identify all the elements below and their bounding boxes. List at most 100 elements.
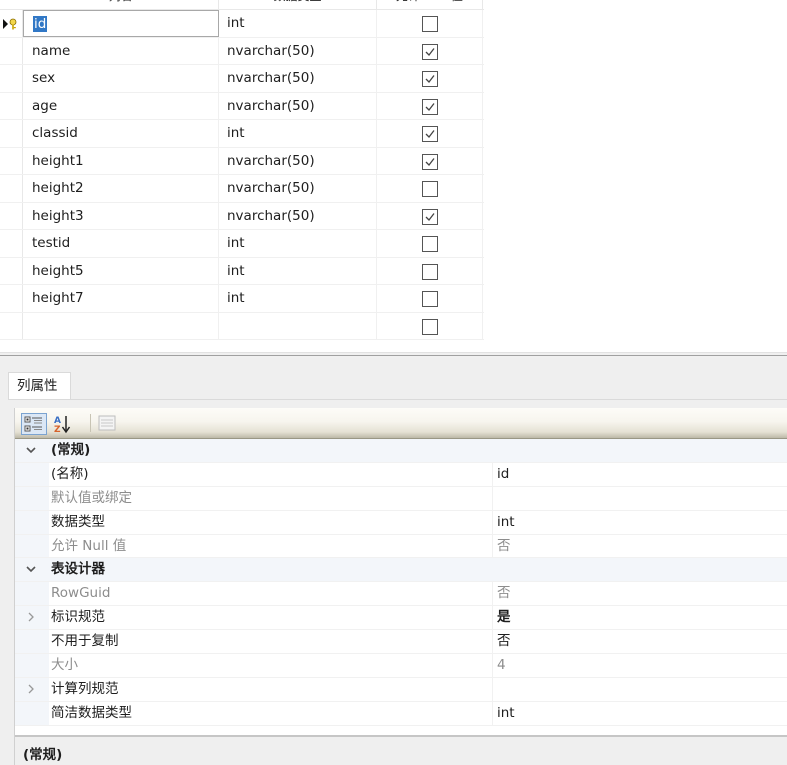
property-category[interactable]: 表设计器 [15,558,787,583]
data-type-cell[interactable]: nvarchar(50) [219,175,377,202]
row-selector[interactable] [0,202,23,229]
data-type-cell[interactable]: nvarchar(50) [219,65,377,92]
property-row[interactable]: 默认值或绑定 [15,486,787,511]
table-row[interactable]: height2 nvarchar(50) [0,175,484,203]
property-row[interactable]: 不用于复制否 [15,630,787,655]
row-selector[interactable] [0,37,23,64]
column-name-text: height5 [32,262,84,279]
chevron-down-icon[interactable] [25,560,39,578]
column-name-cell[interactable] [23,312,219,339]
data-type-cell[interactable]: int [219,285,377,312]
column-name-cell[interactable]: height5 [23,257,219,284]
column-name-cell[interactable]: id [23,10,219,37]
allow-null-checkbox[interactable] [422,208,438,225]
table-row[interactable]: name nvarchar(50) [0,37,484,65]
row-selector[interactable] [0,285,23,312]
allow-null-checkbox[interactable] [422,236,438,252]
property-name: (名称) [51,462,493,486]
column-name-cell[interactable]: height3 [23,202,219,229]
table-row[interactable]: height1 nvarchar(50) [0,147,484,175]
allow-null-checkbox[interactable] [422,318,438,335]
categorized-button[interactable] [21,413,47,435]
column-name-cell[interactable]: sex [23,65,219,92]
property-category[interactable]: (常规) [15,439,787,463]
chevron-down-icon[interactable] [25,441,39,459]
property-row[interactable]: 大小 4 [15,654,787,678]
data-type-cell[interactable]: int [219,230,377,257]
property-value[interactable]: 否 [497,630,787,653]
header-allow-null[interactable]: 允许 Null 值 [377,0,483,10]
alphabetical-button[interactable]: A Z [51,413,77,435]
data-type-cell[interactable] [219,312,377,339]
data-type-cell[interactable]: int [219,10,377,37]
row-selector[interactable] [0,230,23,257]
table-row[interactable] [0,312,484,340]
row-selector[interactable] [0,257,23,284]
row-selector[interactable] [0,92,23,119]
allow-null-checkbox[interactable] [422,16,438,32]
property-row[interactable]: (名称) id [15,462,787,487]
data-type-cell[interactable]: nvarchar(50) [219,37,377,64]
allow-null-checkbox[interactable] [422,71,438,87]
checkmark-icon [425,130,435,138]
property-value[interactable]: 是 [497,606,787,629]
property-row[interactable]: 标识规范是 [15,606,787,631]
column-name-cell[interactable]: height2 [23,175,219,202]
sort-az-icon: A Z [54,416,71,435]
column-name-cell[interactable]: height7 [23,285,219,312]
table-row[interactable]: classid int [0,120,484,148]
allow-null-checkbox[interactable] [422,126,438,142]
data-type-cell[interactable]: int [219,120,377,147]
property-gutter [15,486,49,510]
allow-null-checkbox[interactable] [422,153,438,170]
row-selector[interactable] [0,175,23,202]
data-type-cell[interactable]: int [219,257,377,284]
header-column-name[interactable]: 列名 [23,0,219,10]
property-gutter [15,654,49,677]
allow-null-checkbox[interactable] [422,291,438,307]
column-name-cell[interactable]: name [23,37,219,64]
property-value[interactable] [497,678,787,701]
column-name-cell[interactable]: height1 [23,147,219,174]
property-value[interactable]: 4 [497,654,787,677]
allow-null-checkbox[interactable] [422,181,438,197]
property-value[interactable] [497,487,787,510]
property-gutter [15,606,49,630]
property-row[interactable]: 计算列规范 [15,677,787,702]
property-row[interactable]: 数据类型 int [15,510,787,535]
property-pages-button[interactable] [95,413,121,435]
property-value[interactable]: id [497,463,787,486]
table-row[interactable]: height7 int [0,285,484,313]
property-row[interactable]: 简洁数据类型 int [15,701,787,726]
data-type-cell[interactable]: nvarchar(50) [219,202,377,229]
tab-column-properties[interactable]: 列属性 [8,372,71,400]
property-value[interactable]: int [497,511,787,534]
row-selector[interactable] [0,10,23,37]
table-row[interactable]: age nvarchar(50) [0,92,484,120]
data-type-cell[interactable]: nvarchar(50) [219,92,377,119]
table-row[interactable]: height3 nvarchar(50) [0,202,484,230]
property-row[interactable]: RowGuid 否 [15,582,787,607]
chevron-right-icon[interactable] [25,680,39,698]
row-selector[interactable] [0,120,23,147]
data-type-cell[interactable]: nvarchar(50) [219,147,377,174]
table-row[interactable]: id int [0,10,484,38]
allow-null-checkbox[interactable] [422,98,438,115]
allow-null-checkbox[interactable] [422,43,438,60]
chevron-right-icon[interactable] [25,608,39,626]
row-selector[interactable] [0,312,23,339]
column-name-cell[interactable]: classid [23,120,219,147]
column-name-cell[interactable]: age [23,92,219,119]
property-value[interactable]: 否 [497,535,787,558]
allow-null-checkbox[interactable] [422,263,438,280]
table-row[interactable]: height5 int [0,257,484,285]
table-row[interactable]: testid int [0,230,484,258]
row-selector[interactable] [0,65,23,92]
header-data-type[interactable]: 数据类型 [219,0,377,10]
property-value[interactable]: 否 [497,582,787,605]
property-row[interactable]: 允许 Null 值否 [15,534,787,559]
table-row[interactable]: sex nvarchar(50) [0,65,484,93]
row-selector[interactable] [0,147,23,174]
column-name-cell[interactable]: testid [23,230,219,257]
property-value[interactable]: int [497,702,787,725]
